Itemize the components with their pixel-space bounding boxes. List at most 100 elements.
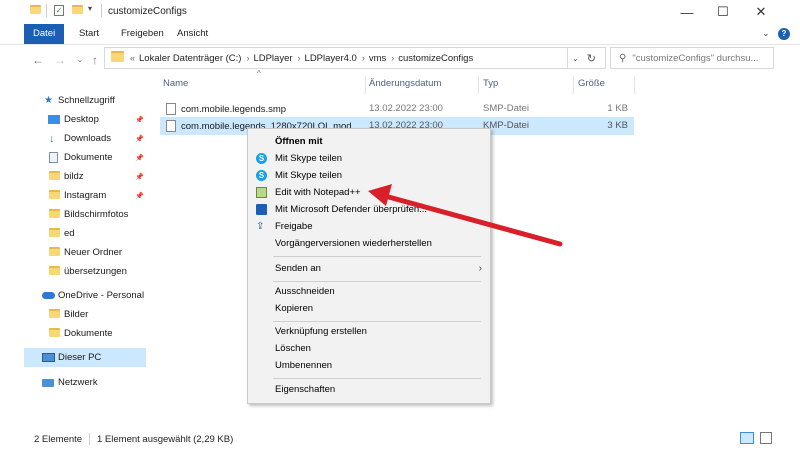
- breadcrumb-separator[interactable]: ›: [298, 53, 301, 63]
- recent-locations-icon[interactable]: ⌄: [72, 52, 88, 68]
- column-divider[interactable]: [365, 76, 366, 94]
- nav-item-downloads[interactable]: ↓ Downloads 📌: [24, 129, 146, 148]
- breadcrumb-item-current[interactable]: customizeConfigs: [398, 53, 473, 64]
- new-folder-quick-icon[interactable]: [72, 5, 83, 16]
- nav-item-bildz[interactable]: bildz 📌: [24, 167, 146, 186]
- nav-item-desktop[interactable]: Desktop 📌: [24, 110, 146, 129]
- nav-item-ed[interactable]: ed: [24, 224, 146, 243]
- network-icon: [42, 378, 54, 387]
- breadcrumb-item[interactable]: Lokaler Datenträger (C:): [139, 53, 241, 64]
- menu-item-properties[interactable]: Eigenschaften: [248, 381, 490, 398]
- folder-icon: [49, 189, 60, 202]
- menu-item-notepad-plus-plus[interactable]: Edit with Notepad++: [248, 184, 490, 201]
- address-bar[interactable]: « Lokaler Datenträger (C:) › LDPlayer › …: [104, 47, 568, 69]
- folder-icon: [49, 170, 60, 183]
- nav-this-pc[interactable]: Dieser PC: [24, 348, 146, 367]
- folder-icon: [111, 51, 124, 65]
- folder-icon: [49, 227, 60, 240]
- nav-item-onedrive-dokumente[interactable]: Dokumente: [24, 324, 146, 343]
- menu-item-defender-scan[interactable]: Mit Microsoft Defender überprüfen...: [248, 201, 490, 218]
- skype-icon: S: [256, 153, 267, 164]
- forward-arrow-icon[interactable]: →: [52, 52, 68, 68]
- menu-item-skype-share[interactable]: S Mit Skype teilen: [248, 150, 490, 167]
- menu-item-previous-versions[interactable]: Vorgängerversionen wiederherstellen: [248, 235, 490, 252]
- breadcrumb-separator[interactable]: ›: [362, 53, 365, 63]
- search-icon: ⚲: [619, 52, 627, 64]
- up-arrow-icon[interactable]: ↑: [87, 52, 103, 68]
- breadcrumb-item[interactable]: LDPlayer4.0: [305, 53, 357, 64]
- menu-item-rename[interactable]: Umbenennen: [248, 357, 490, 374]
- file-row[interactable]: com.mobile.legends.smp 13.02.2022 23:00 …: [160, 100, 634, 118]
- star-icon: ★: [44, 95, 53, 106]
- breadcrumb-separator[interactable]: ›: [391, 53, 394, 63]
- nav-network[interactable]: Netzwerk: [24, 373, 146, 392]
- menu-item-skype-share[interactable]: S Mit Skype teilen: [248, 167, 490, 184]
- pin-icon[interactable]: 📌: [135, 154, 144, 162]
- file-size: 1 KB: [607, 103, 628, 114]
- column-divider[interactable]: [634, 76, 635, 94]
- breadcrumb-item[interactable]: LDPlayer: [253, 53, 292, 64]
- menu-item-copy[interactable]: Kopieren: [248, 300, 490, 317]
- menu-separator: [273, 281, 481, 282]
- menu-item-create-shortcut[interactable]: Verknüpfung erstellen: [248, 323, 490, 340]
- skype-icon: S: [256, 170, 267, 181]
- tab-datei[interactable]: Datei: [24, 24, 65, 44]
- column-divider[interactable]: [478, 76, 479, 94]
- file-size: 3 KB: [607, 120, 628, 131]
- nav-quick-access[interactable]: ★ Schnellzugriff: [24, 91, 146, 110]
- address-dropdown-icon[interactable]: ⌄: [572, 54, 579, 63]
- status-divider: [89, 433, 90, 445]
- menu-item-share[interactable]: ⇪ Freigabe: [248, 218, 490, 235]
- column-header-size[interactable]: Größe: [578, 74, 605, 94]
- nav-item-bilder[interactable]: Bilder: [24, 305, 146, 324]
- properties-quick-icon[interactable]: ✓: [54, 5, 64, 16]
- menu-item-send-to[interactable]: Senden an ›: [248, 260, 490, 277]
- quick-access-dropdown-icon[interactable]: ▾: [88, 4, 92, 13]
- ribbon-expand-icon[interactable]: ⌄: [762, 28, 770, 39]
- pin-icon[interactable]: 📌: [135, 135, 144, 143]
- downloads-icon: ↓: [49, 132, 55, 145]
- menu-separator: [273, 378, 481, 379]
- nav-item-neuer-ordner[interactable]: Neuer Ordner: [24, 243, 146, 262]
- folder-icon: [49, 308, 60, 321]
- refresh-icon[interactable]: ↻: [587, 52, 596, 65]
- pin-icon[interactable]: 📌: [135, 116, 144, 124]
- menu-item-open-with[interactable]: Öffnen mit: [248, 133, 490, 150]
- tab-start[interactable]: Start: [70, 24, 108, 44]
- large-icons-view-icon[interactable]: [760, 432, 772, 444]
- menu-item-delete[interactable]: Löschen: [248, 340, 490, 357]
- column-header-date[interactable]: Änderungsdatum: [369, 74, 441, 94]
- breadcrumb-overflow[interactable]: «: [130, 53, 135, 63]
- search-placeholder: "customizeConfigs" durchsu...: [632, 52, 759, 64]
- window-title: customizeConfigs: [108, 6, 187, 17]
- pin-icon[interactable]: 📌: [135, 192, 144, 200]
- pin-icon[interactable]: 📌: [135, 173, 144, 181]
- tab-ansicht[interactable]: Ansicht: [168, 24, 217, 44]
- column-divider[interactable]: [573, 76, 574, 94]
- breadcrumb-item[interactable]: vms: [369, 53, 386, 64]
- menu-item-cut[interactable]: Ausschneiden: [248, 283, 490, 300]
- title-divider: [46, 4, 47, 17]
- column-header-name[interactable]: Name: [163, 74, 188, 94]
- help-icon[interactable]: ?: [778, 28, 790, 40]
- back-arrow-icon[interactable]: ←: [30, 52, 46, 68]
- folder-icon: [49, 327, 60, 340]
- nav-item-dokumente[interactable]: Dokumente 📌: [24, 148, 146, 167]
- search-input[interactable]: ⚲ "customizeConfigs" durchsu...: [610, 47, 774, 69]
- cloud-icon: [42, 292, 55, 299]
- file-type: SMP-Datei: [483, 103, 529, 114]
- close-button[interactable]: ✕: [738, 0, 784, 24]
- menu-separator: [273, 256, 481, 257]
- details-view-icon[interactable]: [740, 432, 754, 444]
- file-date: 13.02.2022 23:00: [369, 103, 443, 114]
- tab-freigeben[interactable]: Freigeben: [112, 24, 173, 44]
- menu-separator: [273, 321, 481, 322]
- nav-item-bildschirmfotos[interactable]: Bildschirmfotos: [24, 205, 146, 224]
- nav-item-uebersetzungen[interactable]: übersetzungen: [24, 262, 146, 281]
- nav-onedrive[interactable]: OneDrive - Personal: [24, 286, 146, 305]
- status-selection: 1 Element ausgewählt (2,29 KB): [97, 434, 234, 445]
- column-header-type[interactable]: Typ: [483, 74, 498, 94]
- computer-icon: [42, 353, 55, 362]
- nav-item-instagram[interactable]: Instagram 📌: [24, 186, 146, 205]
- breadcrumb-separator[interactable]: ›: [246, 53, 249, 63]
